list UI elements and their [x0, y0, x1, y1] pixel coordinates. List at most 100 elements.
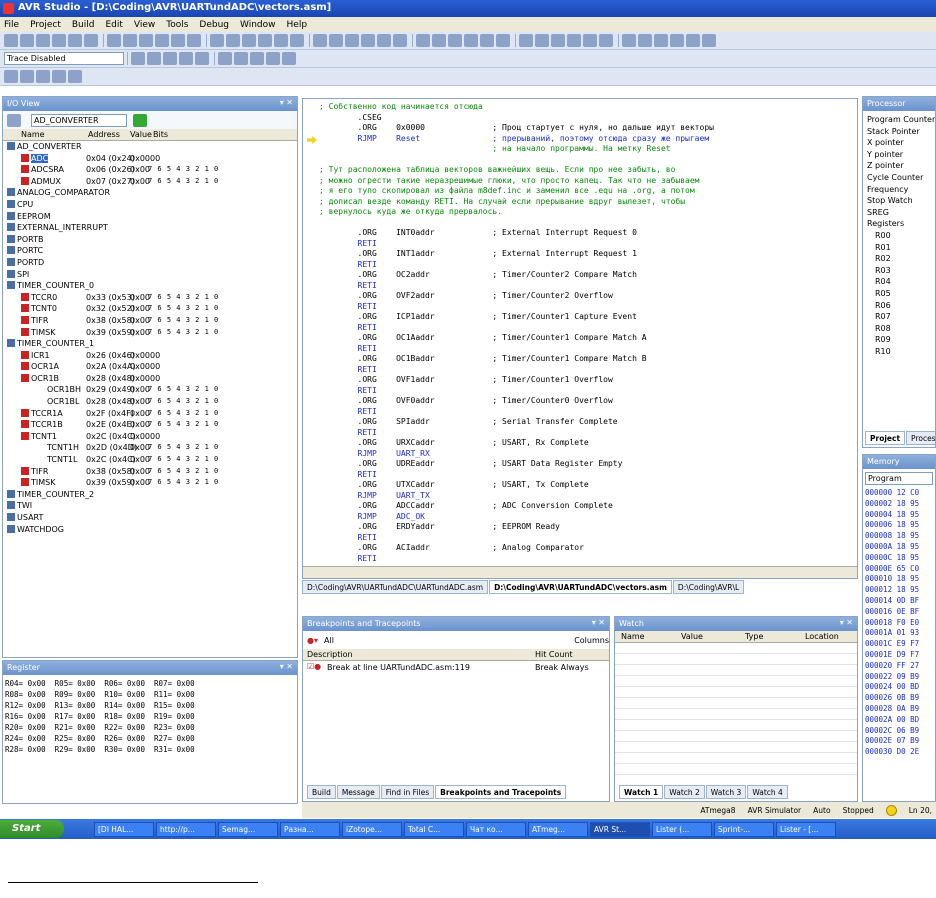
toolbar-button-icon[interactable]: [258, 34, 272, 47]
toolbar-button-icon[interactable]: [464, 34, 478, 47]
trace-tool-icon[interactable]: [131, 52, 145, 65]
view-tool-icon[interactable]: [282, 52, 296, 65]
menu-item-window[interactable]: Window: [240, 20, 276, 30]
io-row[interactable]: ADCSRA 0x06 (0x26) 0x00 7 6 5 4 3 2 1 0: [3, 164, 297, 176]
processor-item[interactable]: Stop Watch: [867, 195, 935, 207]
taskbar-task[interactable]: ATmeg...: [528, 821, 588, 837]
menu-item-debug[interactable]: Debug: [199, 20, 229, 30]
io-row[interactable]: OCR1BL 0x28 (0x48) 0x00 7 6 5 4 3 2 1 0: [3, 396, 297, 408]
io-row[interactable]: EXTERNAL_INTERRUPT: [3, 222, 297, 234]
io-row[interactable]: TIMER_COUNTER_0: [3, 280, 297, 292]
taskbar-task[interactable]: Lister - [...: [776, 821, 836, 837]
processor-item[interactable]: R10: [867, 346, 935, 358]
io-row[interactable]: TIMSK 0x39 (0x59) 0x00 7 6 5 4 3 2 1 0: [3, 477, 297, 489]
start-button[interactable]: Start: [0, 820, 64, 838]
toolbar-button-icon[interactable]: [670, 34, 684, 47]
io-row[interactable]: ADC 0x04 (0x24) 0x0000: [3, 153, 297, 165]
processor-item[interactable]: R04: [867, 276, 935, 288]
trace-tool-icon[interactable]: [147, 52, 161, 65]
processor-item[interactable]: Cycle Counter: [867, 172, 935, 184]
column-watch-type[interactable]: Type: [745, 632, 763, 641]
tab-processor[interactable]: Processor: [906, 431, 935, 445]
io-row[interactable]: EEPROM: [3, 211, 297, 223]
processor-item[interactable]: R01: [867, 242, 935, 254]
toolbar-button-icon[interactable]: [329, 34, 343, 47]
menu-item-project[interactable]: Project: [30, 20, 61, 30]
toolbar-button-icon[interactable]: [686, 34, 700, 47]
menu-item-edit[interactable]: Edit: [105, 20, 122, 30]
trace-tool-icon[interactable]: [179, 52, 193, 65]
toolbar-button-icon[interactable]: [393, 34, 407, 47]
watch-row[interactable]: [615, 764, 857, 775]
io-row[interactable]: USART: [3, 512, 297, 524]
toolbar-button-icon[interactable]: [377, 34, 391, 47]
watch-row[interactable]: [615, 720, 857, 731]
tab-watch-2[interactable]: Watch 2: [664, 785, 705, 799]
io-row[interactable]: SPI: [3, 269, 297, 281]
io-row[interactable]: OCR1A 0x2A (0x4A) 0x0000: [3, 361, 297, 373]
close-icon[interactable]: ▾ ✕: [280, 662, 293, 671]
toolbar-button-icon[interactable]: [52, 34, 66, 47]
toolbar-button-icon[interactable]: [496, 34, 510, 47]
taskbar-task[interactable]: Разна...: [280, 821, 340, 837]
watch-row[interactable]: [615, 654, 857, 665]
memory-type-combo[interactable]: Program: [865, 472, 933, 485]
tab-find-in-files[interactable]: Find in Files: [380, 785, 435, 799]
view-tool-icon[interactable]: [218, 52, 232, 65]
watch-row[interactable]: [615, 742, 857, 753]
toolbar-button-icon[interactable]: [551, 34, 565, 47]
toolbar-button-icon[interactable]: [702, 34, 716, 47]
toolbar-button-icon[interactable]: [416, 34, 430, 47]
toolbar-button-icon[interactable]: [155, 34, 169, 47]
toolbar-button-icon[interactable]: [139, 34, 153, 47]
taskbar-task[interactable]: Lister (...: [652, 821, 712, 837]
new-breakpoint-icon[interactable]: ●▾: [307, 636, 318, 645]
toolbar-button-icon[interactable]: [4, 34, 18, 47]
io-row[interactable]: TIMER_COUNTER_2: [3, 489, 297, 501]
io-row[interactable]: ICR1 0x26 (0x46) 0x0000: [3, 350, 297, 362]
doc-tab-other[interactable]: D:\Coding\AVR\L: [672, 580, 745, 594]
processor-item[interactable]: R07: [867, 311, 935, 323]
io-row[interactable]: TIFR 0x38 (0x58) 0x00 7 6 5 4 3 2 1 0: [3, 315, 297, 327]
doc-tab-uartundadc[interactable]: D:\Coding\AVR\UARTundADC\UARTundADC.asm: [302, 580, 489, 594]
view-tool-icon[interactable]: [266, 52, 280, 65]
taskbar-task[interactable]: iZotope...: [342, 821, 402, 837]
tab-message[interactable]: Message: [336, 785, 380, 799]
watch-row[interactable]: [615, 676, 857, 687]
io-row[interactable]: TIFR 0x38 (0x58) 0x00 7 6 5 4 3 2 1 0: [3, 466, 297, 478]
filter-icon[interactable]: [7, 113, 21, 127]
io-row[interactable]: ADMUX 0x07 (0x27) 0x00 7 6 5 4 3 2 1 0: [3, 176, 297, 188]
columns-button[interactable]: Columns: [574, 636, 609, 645]
processor-item[interactable]: R08: [867, 323, 935, 335]
io-row[interactable]: CPU: [3, 199, 297, 211]
column-name[interactable]: Name: [21, 130, 45, 139]
io-row[interactable]: PORTC: [3, 245, 297, 257]
processor-item[interactable]: R03: [867, 265, 935, 277]
tab-watch-4[interactable]: Watch 4: [747, 785, 788, 799]
filter-combo[interactable]: All: [324, 636, 334, 645]
processor-item[interactable]: R05: [867, 288, 935, 300]
taskbar-task[interactable]: Total C...: [404, 821, 464, 837]
taskbar-task[interactable]: AVR St...: [590, 821, 650, 837]
refresh-icon[interactable]: [68, 70, 82, 83]
column-watch-value[interactable]: Value: [681, 632, 703, 641]
breakpoint-icon[interactable]: ☑●: [307, 662, 321, 671]
toolbar-button-icon[interactable]: [313, 34, 327, 47]
io-row[interactable]: TCCR1B 0x2E (0x4E) 0x00 7 6 5 4 3 2 1 0: [3, 419, 297, 431]
toolbar-button-icon[interactable]: [583, 34, 597, 47]
trace-tool-icon[interactable]: [195, 52, 209, 65]
toolbar-button-icon[interactable]: [68, 34, 82, 47]
processor-item[interactable]: Z pointer: [867, 160, 935, 172]
processor-item[interactable]: R09: [867, 334, 935, 346]
add-icon[interactable]: [133, 113, 147, 127]
check-icon[interactable]: [52, 70, 66, 83]
close-icon[interactable]: ▾ ✕: [280, 98, 293, 107]
watch-row[interactable]: [615, 709, 857, 720]
column-description[interactable]: Description: [307, 650, 353, 659]
processor-item[interactable]: R06: [867, 300, 935, 312]
processor-item[interactable]: X pointer: [867, 137, 935, 149]
io-row[interactable]: WATCHDOG: [3, 524, 297, 536]
io-row[interactable]: TCNT1H 0x2D (0x4D) 0x00 7 6 5 4 3 2 1 0: [3, 442, 297, 454]
io-row[interactable]: TCNT0 0x32 (0x52) 0x00 7 6 5 4 3 2 1 0: [3, 303, 297, 315]
io-row[interactable]: TWI: [3, 500, 297, 512]
